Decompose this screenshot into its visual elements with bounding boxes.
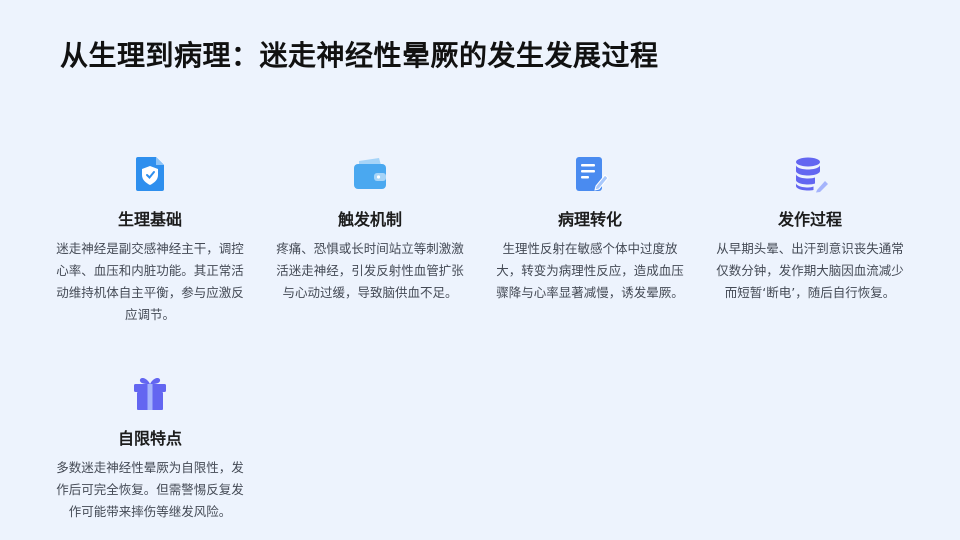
card-title: 触发机制	[337, 210, 402, 229]
card-text: 从早期头晕、出汗到意识丧失通常仅数分钟，发作期大脑因血流减少而短暂‘断电’，随后…	[716, 241, 904, 300]
card-physiological-basis: 生理基础 迷走神经是副交感神经主干，调控心率、血压和内脏功能。其正常活动维持机体…	[55, 154, 245, 326]
database-edit-icon	[796, 157, 828, 193]
card-text: 疼痛、恐惧或长时间站立等刺激激活迷走神经，引发反射性血管扩张与心动过缓，导致脑供…	[276, 241, 464, 300]
card-title: 发作过程	[777, 210, 842, 229]
card-self-limiting: 自限特点 多数迷走神经性晕厥为自限性，发作后可完全恢复。但需警惕反复发作可能带来…	[55, 373, 245, 523]
card-attack-process: 发作过程 从早期头晕、出汗到意识丧失通常仅数分钟，发作期大脑因血流减少而短暂‘断…	[715, 154, 905, 304]
card-text: 迷走神经是副交感神经主干，调控心率、血压和内脏功能。其正常活动维持机体自主平衡，…	[56, 241, 244, 322]
shield-doc-icon	[136, 157, 164, 191]
gift-icon	[134, 377, 166, 410]
document-edit-icon	[576, 157, 609, 191]
page-title: 从生理到病理：迷走神经性晕厥的发生发展过程	[60, 39, 659, 72]
card-pathological-transition: 病理转化 生理性反射在敏感个体中过度放大，转变为病理性反应，造成血压骤降与心率显…	[495, 154, 685, 304]
card-title: 生理基础	[117, 210, 182, 229]
card-trigger-mechanism: 触发机制 疼痛、恐惧或长时间站立等刺激激活迷走神经，引发反射性血管扩张与心动过缓…	[275, 154, 465, 304]
card-title: 病理转化	[557, 210, 622, 229]
card-title: 自限特点	[117, 429, 182, 448]
wallet-icon	[354, 158, 386, 189]
card-text: 多数迷走神经性晕厥为自限性，发作后可完全恢复。但需警惕反复发作可能带来摔伤等继发…	[56, 460, 244, 519]
card-text: 生理性反射在敏感个体中过度放大，转变为病理性反应，造成血压骤降与心率显著减慢，诱…	[496, 241, 684, 300]
